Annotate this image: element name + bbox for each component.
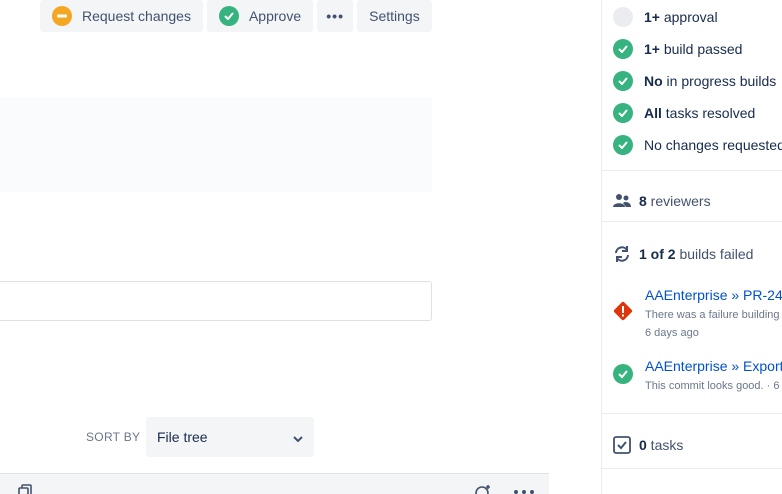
add-comment-icon[interactable] [474, 484, 490, 494]
pr-action-toolbar: Request changes Approve ••• Settings [40, 0, 432, 32]
build-item: AAEnterprise » PR-244 There was a failur… [613, 287, 782, 347]
divider [602, 170, 782, 171]
divider [602, 468, 782, 469]
check-bold: 1+ [644, 9, 660, 25]
merge-check-in-progress: No in progress builds [613, 71, 776, 91]
builds-summary-text: builds failed [675, 246, 754, 262]
settings-label: Settings [369, 8, 420, 24]
sort-selected-value: File tree [157, 429, 208, 445]
check-circle-icon [613, 103, 633, 123]
approve-label: Approve [248, 8, 302, 24]
settings-button[interactable]: Settings [357, 0, 432, 32]
check-circle-icon [613, 71, 633, 91]
build-item: AAEnterprise » Export- This commit looks… [613, 358, 782, 398]
merge-check-no-changes: No changes requested [613, 135, 782, 155]
tasks-section[interactable]: 0 tasks [613, 436, 683, 454]
more-dots-icon: ••• [326, 8, 344, 24]
chevron-down-icon [293, 429, 303, 445]
merge-check-approval: 1+ approval [613, 7, 718, 27]
refresh-icon [613, 245, 631, 263]
copy-icon[interactable] [18, 484, 34, 494]
reviewers-count: 8 [639, 193, 647, 209]
minus-circle-icon [52, 6, 72, 26]
reviewers-label: reviewers [646, 193, 711, 209]
check-text: No changes requested [644, 137, 782, 153]
check-circle-icon [613, 39, 633, 59]
check-text: in progress builds [662, 73, 777, 89]
merge-check-tasks: All tasks resolved [613, 103, 755, 123]
tasks-label: tasks [646, 437, 684, 453]
merge-check-build-passed: 1+ build passed [613, 39, 742, 59]
request-changes-button[interactable]: Request changes [40, 0, 203, 32]
build-timestamp: 6 days ago [645, 327, 699, 339]
build-name-link[interactable]: AAEnterprise » PR-244 [645, 287, 782, 303]
build-description: There was a failure building t [645, 309, 782, 321]
more-options-icon[interactable] [513, 484, 535, 494]
check-text: build passed [659, 41, 743, 57]
request-changes-label: Request changes [82, 8, 191, 24]
check-circle-icon [613, 135, 633, 155]
file-header-bar [0, 473, 549, 494]
error-diamond-icon [613, 301, 633, 321]
builds-section[interactable]: 1 of 2 builds failed [613, 245, 753, 263]
comment-input[interactable] [0, 281, 432, 321]
empty-circle-icon [613, 7, 633, 27]
reviewers-section[interactable]: 8 reviewers [613, 192, 711, 210]
more-actions-button[interactable]: ••• [317, 0, 354, 32]
check-text: approval [659, 9, 718, 25]
divider [602, 413, 782, 414]
check-bold: 1+ [644, 41, 660, 57]
sort-select[interactable]: File tree [146, 417, 314, 457]
build-name-link[interactable]: AAEnterprise » Export- [645, 358, 782, 374]
sort-by-label: SORT BY [86, 430, 141, 444]
check-bold: All [644, 105, 662, 121]
divider [602, 221, 782, 222]
checkbox-icon [613, 436, 631, 454]
pr-sidebar: 1+ approval 1+ build passed No in progre… [601, 0, 782, 494]
check-text: tasks resolved [661, 105, 756, 121]
people-icon [613, 192, 631, 210]
approve-button[interactable]: Approve [206, 0, 314, 32]
description-panel [0, 97, 432, 192]
build-description: This commit looks good. · 6 [645, 380, 780, 392]
tasks-count: 0 [639, 437, 647, 453]
check-bold: No [644, 73, 663, 89]
check-circle-icon [613, 364, 633, 384]
builds-summary-bold: 1 of 2 [639, 246, 676, 262]
check-circle-icon [218, 6, 239, 26]
